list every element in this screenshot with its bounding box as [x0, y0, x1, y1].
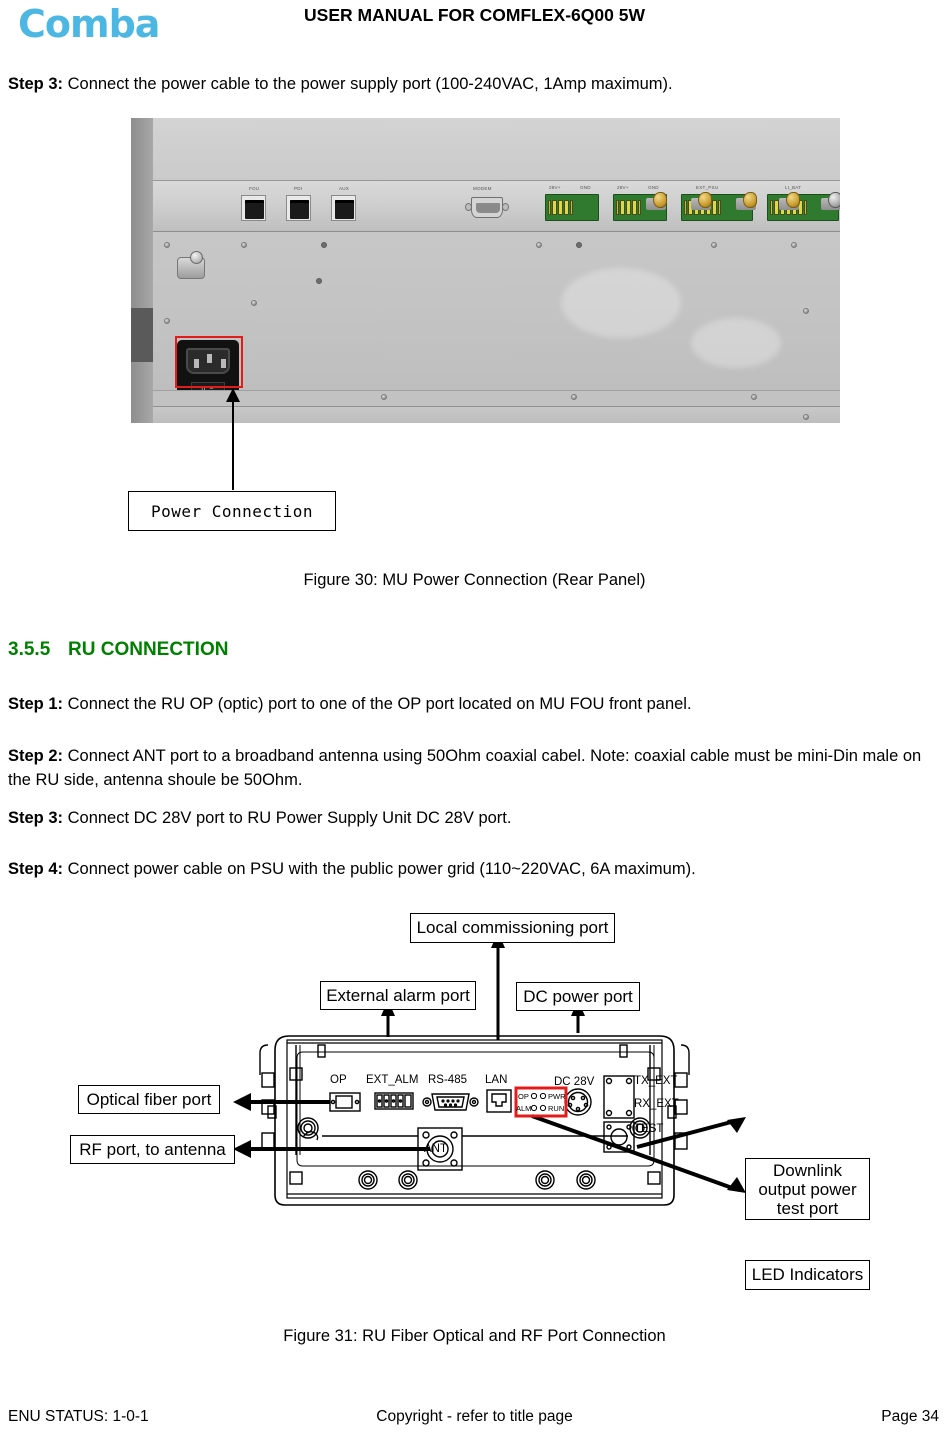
- chassis-screw: [803, 414, 809, 420]
- callout-rf-port: RF port, to antenna: [70, 1135, 235, 1164]
- figure-31-caption: Figure 31: RU Fiber Optical and RF Port …: [283, 1327, 666, 1345]
- chassis-screw: [241, 242, 247, 248]
- ru-label-rs485: RS-485: [428, 1074, 467, 1086]
- step2-paragraph: Step 2: Connect ANT port to a broadband …: [8, 744, 941, 792]
- chassis-screw: [536, 242, 542, 248]
- step3-top-text: Connect the power cable to the power sup…: [63, 75, 673, 93]
- ru-label-tx-ext: TX_EXT: [634, 1075, 677, 1087]
- ru-label-op: OP: [330, 1074, 347, 1086]
- terminal-block-28v-a: [545, 194, 599, 221]
- rj45-port-pdi: [286, 195, 311, 221]
- chassis-screw: [316, 278, 322, 284]
- page-header: Comba USER MANUAL FOR COMFLEX-6Q00 5W: [0, 0, 949, 58]
- footer-page: Page 34: [881, 1408, 939, 1425]
- callout-local-commissioning-port: Local commissioning port: [410, 913, 615, 943]
- section-title: RU CONNECTION: [68, 639, 229, 660]
- terminal-label-28v-a: 28V+: [549, 185, 561, 190]
- downlink-line-2: output power: [758, 1179, 857, 1199]
- arrowhead-led-indicators: [727, 1117, 746, 1133]
- ru-label-test: TEST: [634, 1123, 663, 1135]
- port-label-pdi: PDI: [294, 186, 303, 191]
- svg-text:OP: OP: [518, 1092, 529, 1101]
- footer-copyright: Copyright - refer to title page: [376, 1408, 573, 1425]
- step1-paragraph: Step 1: Connect the RU OP (optic) port t…: [8, 692, 941, 716]
- figure-30-caption: Figure 30: MU Power Connection (Rear Pan…: [303, 571, 646, 589]
- step4-text: Connect power cable on PSU with the publ…: [63, 860, 696, 878]
- step4-label: Step 4:: [8, 860, 64, 878]
- chassis-screw: [164, 318, 170, 324]
- section-heading-3-5-5: 3.5.5 RU CONNECTION: [8, 639, 708, 661]
- photo-lower-panel-upper: [153, 390, 840, 406]
- step1-text: Connect the RU OP (optic) port to one of…: [63, 695, 692, 713]
- svg-text:ALM: ALM: [516, 1104, 531, 1113]
- step1-label: Step 1:: [8, 695, 64, 713]
- chassis-screw: [164, 242, 170, 248]
- step3-top-paragraph: Step 3: Connect the power cable to the p…: [8, 72, 941, 96]
- port-label-fou: FOU: [249, 186, 260, 191]
- chassis-screw: [711, 242, 717, 248]
- svg-text:RUN: RUN: [548, 1104, 564, 1113]
- power-inlet-highlight-box: [175, 336, 243, 388]
- chassis-screw: [251, 300, 257, 306]
- port-label-aux: AUX: [339, 186, 350, 191]
- step3-text: Connect DC 28V port to RU Power Supply U…: [63, 809, 512, 827]
- callout-led-indicators: LED Indicators: [745, 1260, 870, 1290]
- port-label-modem: MODEM: [473, 186, 492, 191]
- downlink-line-1: Downlink: [773, 1160, 842, 1180]
- photo-reflection: [691, 318, 781, 368]
- ru-label-rx-ext: RX_EXT: [634, 1098, 679, 1110]
- terminal-label-gnd-a: GND: [580, 185, 591, 190]
- arrowhead-rf-port: [233, 1140, 251, 1158]
- terminal-label-28v-b: 28V+: [617, 185, 629, 190]
- arrowhead-optical-fiber: [233, 1093, 251, 1111]
- photo-lower-panel: [153, 406, 840, 423]
- step2-text: Connect ANT port to a broadband antenna …: [8, 747, 922, 789]
- ru-label-dc28v: DC 28V: [554, 1076, 595, 1088]
- ground-stud-connector: [173, 249, 213, 289]
- rj45-port-fou: [241, 195, 266, 221]
- callout-power-connection: Power Connection: [128, 491, 336, 531]
- rf-connector-4: [779, 188, 801, 220]
- mu-rear-panel-photo: FOU PDI AUX MODEM 28V+ GND 28V+ GND EXT_…: [131, 118, 840, 423]
- rf-connector-1: [646, 188, 668, 220]
- callout-optical-fiber-port: Optical fiber port: [78, 1085, 220, 1114]
- rf-connector-3: [736, 188, 758, 220]
- chassis-screw: [803, 308, 809, 314]
- photo-reflection: [561, 268, 681, 338]
- ru-label-ant: ANT: [424, 1143, 447, 1155]
- callout-downlink-test-port: Downlink output power test port: [745, 1158, 870, 1220]
- chassis-screw: [381, 394, 387, 400]
- section-number: 3.5.5: [8, 639, 51, 660]
- callout-dc-power-port: DC power port: [516, 982, 640, 1011]
- rf-connector-5: [821, 188, 840, 220]
- photo-side-strip: [131, 308, 153, 362]
- power-connection-leader-line: [232, 398, 234, 490]
- callout-external-alarm-port: External alarm port: [320, 981, 476, 1010]
- chassis-screw: [791, 242, 797, 248]
- ru-label-lan: LAN: [485, 1074, 507, 1086]
- arrowhead-downlink: [727, 1177, 746, 1193]
- dsub9-modem-port: [465, 195, 509, 221]
- chassis-screw: [321, 242, 327, 248]
- step3-label: Step 3:: [8, 809, 64, 827]
- power-connection-arrowhead: [226, 388, 240, 402]
- chassis-screw: [576, 242, 582, 248]
- photo-top-band: [153, 118, 840, 178]
- step2-label: Step 2:: [8, 747, 64, 765]
- rj45-port-aux: [331, 195, 356, 221]
- svg-text:PWR: PWR: [548, 1092, 566, 1101]
- ru-label-ext-alm: EXT_ALM: [366, 1074, 418, 1086]
- chassis-screw: [571, 394, 577, 400]
- downlink-line-3: test port: [776, 1198, 839, 1218]
- chassis-screw: [751, 394, 757, 400]
- step3-top-label: Step 3:: [8, 75, 64, 93]
- step4-paragraph: Step 4: Connect power cable on PSU with …: [8, 857, 941, 881]
- ru-port-diagram: OP EXT_ALM RS-485 LAN DC 28V TX_EXT RX_E…: [0, 900, 949, 1310]
- rf-connector-2: [691, 188, 713, 220]
- photo-left-edge: [131, 118, 153, 423]
- step3-paragraph: Step 3: Connect DC 28V port to RU Power …: [8, 806, 941, 830]
- led-indicator-block: OP PWR ALM RUN: [514, 1086, 568, 1118]
- page-title: USER MANUAL FOR COMFLEX-6Q00 5W: [304, 5, 645, 25]
